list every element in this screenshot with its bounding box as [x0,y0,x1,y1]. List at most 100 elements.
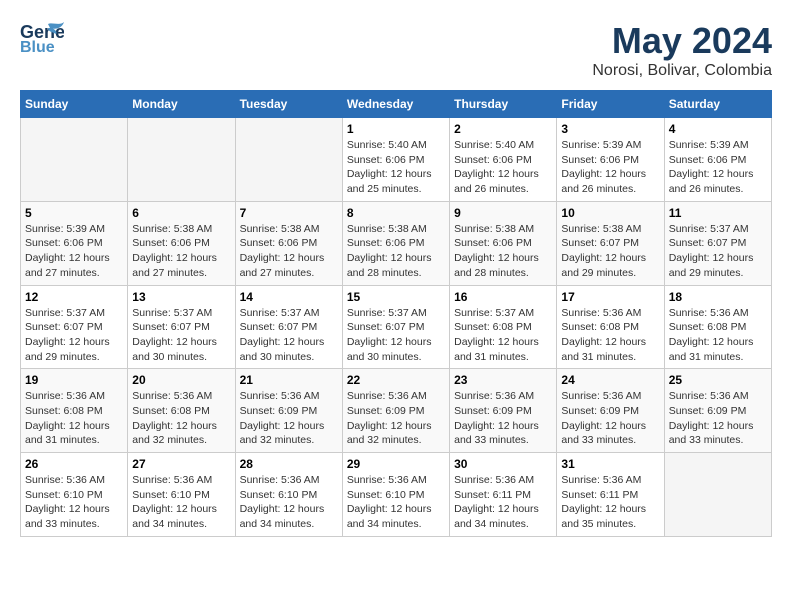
day-number: 24 [561,373,659,387]
page-header: General Blue May 2024 Norosi, Bolivar, C… [20,20,772,80]
week-row-3: 12 Sunrise: 5:37 AM Sunset: 6:07 PM Dayli… [21,285,772,369]
day-number: 29 [347,457,445,471]
weekday-sunday: Sunday [21,91,128,118]
day-number: 20 [132,373,230,387]
calendar-cell: 10 Sunrise: 5:38 AM Sunset: 6:07 PM Dayli… [557,201,664,285]
day-info: Sunrise: 5:37 AM Sunset: 6:07 PM Dayligh… [347,306,445,365]
day-number: 4 [669,122,767,136]
day-info: Sunrise: 5:37 AM Sunset: 6:08 PM Dayligh… [454,306,552,365]
week-row-5: 26 Sunrise: 5:36 AM Sunset: 6:10 PM Dayli… [21,453,772,537]
day-number: 30 [454,457,552,471]
calendar-cell: 23 Sunrise: 5:36 AM Sunset: 6:09 PM Dayli… [450,369,557,453]
day-info: Sunrise: 5:36 AM Sunset: 6:10 PM Dayligh… [25,473,123,532]
calendar-cell: 26 Sunrise: 5:36 AM Sunset: 6:10 PM Dayli… [21,453,128,537]
day-info: Sunrise: 5:36 AM Sunset: 6:08 PM Dayligh… [132,389,230,448]
calendar-cell: 17 Sunrise: 5:36 AM Sunset: 6:08 PM Dayli… [557,285,664,369]
day-number: 26 [25,457,123,471]
weekday-saturday: Saturday [664,91,771,118]
day-info: Sunrise: 5:40 AM Sunset: 6:06 PM Dayligh… [347,138,445,197]
calendar-cell: 2Sunrise: 5:40 AM Sunset: 6:06 PM Daylig… [450,118,557,202]
day-number: 5 [25,206,123,220]
day-info: Sunrise: 5:39 AM Sunset: 6:06 PM Dayligh… [561,138,659,197]
day-info: Sunrise: 5:36 AM Sunset: 6:11 PM Dayligh… [561,473,659,532]
day-number: 6 [132,206,230,220]
day-number: 14 [240,290,338,304]
svg-text:Blue: Blue [20,39,55,56]
day-info: Sunrise: 5:36 AM Sunset: 6:08 PM Dayligh… [25,389,123,448]
week-row-2: 5 Sunrise: 5:39 AM Sunset: 6:06 PM Daylig… [21,201,772,285]
calendar-cell: 25 Sunrise: 5:36 AM Sunset: 6:09 PM Dayli… [664,369,771,453]
day-info: Sunrise: 5:36 AM Sunset: 6:10 PM Dayligh… [347,473,445,532]
day-number: 10 [561,206,659,220]
day-number: 17 [561,290,659,304]
calendar-cell: 29 Sunrise: 5:36 AM Sunset: 6:10 PM Dayli… [342,453,449,537]
calendar-cell: 8 Sunrise: 5:38 AM Sunset: 6:06 PM Daylig… [342,201,449,285]
calendar-cell: 24Sunrise: 5:36 AM Sunset: 6:09 PM Dayli… [557,369,664,453]
day-number: 21 [240,373,338,387]
calendar-cell: 11Sunrise: 5:37 AM Sunset: 6:07 PM Dayli… [664,201,771,285]
day-info: Sunrise: 5:38 AM Sunset: 6:06 PM Dayligh… [240,222,338,281]
weekday-tuesday: Tuesday [235,91,342,118]
day-info: Sunrise: 5:37 AM Sunset: 6:07 PM Dayligh… [132,306,230,365]
calendar-cell: 28 Sunrise: 5:36 AM Sunset: 6:10 PM Dayli… [235,453,342,537]
weekday-monday: Monday [128,91,235,118]
day-number: 27 [132,457,230,471]
calendar-cell: 31 Sunrise: 5:36 AM Sunset: 6:11 PM Dayli… [557,453,664,537]
calendar-cell [21,118,128,202]
day-info: Sunrise: 5:36 AM Sunset: 6:08 PM Dayligh… [561,306,659,365]
weekday-wednesday: Wednesday [342,91,449,118]
day-info: Sunrise: 5:38 AM Sunset: 6:06 PM Dayligh… [454,222,552,281]
title-block: May 2024 Norosi, Bolivar, Colombia [592,20,772,80]
weekday-thursday: Thursday [450,91,557,118]
day-info: Sunrise: 5:36 AM Sunset: 6:09 PM Dayligh… [454,389,552,448]
calendar-cell [128,118,235,202]
day-info: Sunrise: 5:40 AM Sunset: 6:06 PM Dayligh… [454,138,552,197]
location: Norosi, Bolivar, Colombia [592,62,772,80]
logo-icon: General Blue [20,20,64,56]
day-info: Sunrise: 5:37 AM Sunset: 6:07 PM Dayligh… [25,306,123,365]
weekday-header-row: SundayMondayTuesdayWednesdayThursdayFrid… [21,91,772,118]
month-title: May 2024 [592,20,772,62]
day-number: 28 [240,457,338,471]
day-number: 25 [669,373,767,387]
calendar-cell: 21 Sunrise: 5:36 AM Sunset: 6:09 PM Dayli… [235,369,342,453]
day-info: Sunrise: 5:36 AM Sunset: 6:09 PM Dayligh… [240,389,338,448]
calendar-cell: 15 Sunrise: 5:37 AM Sunset: 6:07 PM Dayli… [342,285,449,369]
day-number: 19 [25,373,123,387]
calendar-cell: 9Sunrise: 5:38 AM Sunset: 6:06 PM Daylig… [450,201,557,285]
calendar-cell: 1 Sunrise: 5:40 AM Sunset: 6:06 PM Daylig… [342,118,449,202]
day-info: Sunrise: 5:39 AM Sunset: 6:06 PM Dayligh… [669,138,767,197]
day-info: Sunrise: 5:39 AM Sunset: 6:06 PM Dayligh… [25,222,123,281]
calendar-cell: 5 Sunrise: 5:39 AM Sunset: 6:06 PM Daylig… [21,201,128,285]
weekday-friday: Friday [557,91,664,118]
calendar-cell: 16 Sunrise: 5:37 AM Sunset: 6:08 PM Dayli… [450,285,557,369]
day-info: Sunrise: 5:36 AM Sunset: 6:10 PM Dayligh… [240,473,338,532]
day-info: Sunrise: 5:38 AM Sunset: 6:06 PM Dayligh… [347,222,445,281]
day-info: Sunrise: 5:36 AM Sunset: 6:09 PM Dayligh… [669,389,767,448]
day-number: 16 [454,290,552,304]
calendar-cell: 18Sunrise: 5:36 AM Sunset: 6:08 PM Dayli… [664,285,771,369]
calendar-cell: 6 Sunrise: 5:38 AM Sunset: 6:06 PM Daylig… [128,201,235,285]
day-number: 8 [347,206,445,220]
calendar-cell: 14 Sunrise: 5:37 AM Sunset: 6:07 PM Dayli… [235,285,342,369]
day-number: 1 [347,122,445,136]
day-info: Sunrise: 5:37 AM Sunset: 6:07 PM Dayligh… [240,306,338,365]
calendar-table: SundayMondayTuesdayWednesdayThursdayFrid… [20,90,772,537]
week-row-4: 19 Sunrise: 5:36 AM Sunset: 6:08 PM Dayli… [21,369,772,453]
day-number: 3 [561,122,659,136]
day-number: 11 [669,206,767,220]
day-number: 13 [132,290,230,304]
day-info: Sunrise: 5:38 AM Sunset: 6:07 PM Dayligh… [561,222,659,281]
day-number: 12 [25,290,123,304]
day-number: 15 [347,290,445,304]
day-info: Sunrise: 5:38 AM Sunset: 6:06 PM Dayligh… [132,222,230,281]
week-row-1: 1 Sunrise: 5:40 AM Sunset: 6:06 PM Daylig… [21,118,772,202]
calendar-cell: 13 Sunrise: 5:37 AM Sunset: 6:07 PM Dayli… [128,285,235,369]
calendar-cell: 3 Sunrise: 5:39 AM Sunset: 6:06 PM Daylig… [557,118,664,202]
day-info: Sunrise: 5:36 AM Sunset: 6:08 PM Dayligh… [669,306,767,365]
day-number: 31 [561,457,659,471]
calendar-cell: 19 Sunrise: 5:36 AM Sunset: 6:08 PM Dayli… [21,369,128,453]
calendar-cell [664,453,771,537]
day-number: 23 [454,373,552,387]
day-info: Sunrise: 5:36 AM Sunset: 6:09 PM Dayligh… [347,389,445,448]
